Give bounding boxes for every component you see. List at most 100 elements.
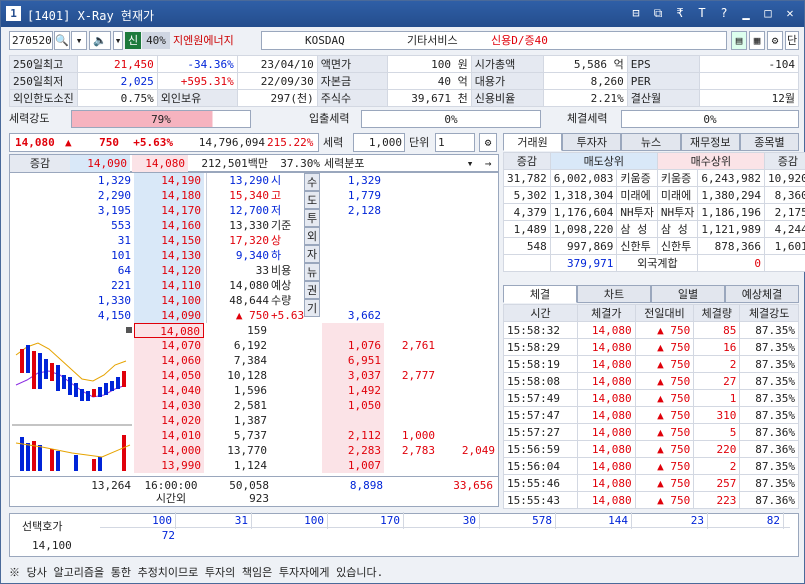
- dropdown-icon[interactable]: ▾: [462, 155, 478, 172]
- tab-finance[interactable]: 재무정보: [680, 133, 740, 151]
- ask-price-level[interactable]: 14,090: [134, 308, 204, 323]
- ask-price-level[interactable]: 14,190: [134, 173, 204, 188]
- pin-icon[interactable]: ₹: [672, 6, 688, 21]
- bid-price-level[interactable]: 14,000: [134, 443, 204, 458]
- ask-price-level[interactable]: 14,100: [134, 293, 204, 308]
- minimize-icon[interactable]: ▁: [738, 6, 754, 21]
- bid-price-level[interactable]: 14,010: [134, 428, 204, 443]
- total-force-bid: 33,656: [453, 479, 493, 492]
- buy-volume: 1,121,989: [697, 220, 765, 238]
- summary-label: 하: [271, 249, 282, 262]
- ask-force: [322, 218, 384, 233]
- col-header: 증감: [503, 152, 551, 170]
- sell-volume: 1,318,304: [549, 186, 618, 204]
- force-input[interactable]: 1,000: [353, 133, 405, 152]
- link-icon[interactable]: ⧉: [650, 6, 666, 21]
- tab-trades[interactable]: 체결: [503, 285, 577, 303]
- bid-qty: 13,770: [227, 444, 267, 457]
- exec-force-label: 체결세력: [567, 112, 608, 125]
- speaker-icon[interactable]: 🔈: [89, 31, 111, 50]
- broker-row[interactable]: 31,782 6,002,083 키움증 키움증 6,243,982 10,92…: [503, 169, 805, 187]
- ask-price-level[interactable]: 14,120: [134, 263, 204, 278]
- force-tab[interactable]: 수: [304, 173, 320, 191]
- single-button[interactable]: 단: [785, 31, 799, 50]
- bid-price-level[interactable]: 14,020: [134, 413, 204, 428]
- ask-price-level[interactable]: 14,110: [134, 278, 204, 293]
- tab-news[interactable]: 뉴스: [621, 133, 681, 151]
- trade-change: 750: [670, 476, 691, 490]
- col-header: 매도상위: [549, 152, 658, 170]
- trade-time: 15:57:27: [503, 423, 578, 441]
- bid-price-level[interactable]: 14,050: [134, 368, 204, 383]
- tab-expected[interactable]: 예상체결: [725, 285, 799, 303]
- select-quote-cell: 82: [708, 512, 784, 529]
- layout-icon[interactable]: ⊟: [628, 6, 644, 21]
- stock-code-input[interactable]: 270520: [9, 31, 53, 50]
- bid-price-level[interactable]: 14,080: [134, 323, 204, 338]
- bid-price-level[interactable]: 14,030: [134, 398, 204, 413]
- bid-force-1: [322, 413, 384, 428]
- grid-icon[interactable]: ▦: [749, 31, 765, 50]
- select-quote-cell: 30: [404, 512, 480, 529]
- search-icon[interactable]: 🔍: [54, 31, 70, 50]
- arrow-right-icon[interactable]: →: [480, 155, 496, 172]
- doc-icon[interactable]: ▤: [731, 31, 747, 50]
- trade-qty: 5: [693, 423, 741, 441]
- maximize-icon[interactable]: □: [760, 6, 776, 21]
- bid-price-level[interactable]: 14,070: [134, 338, 204, 353]
- force-tab[interactable]: 외: [304, 227, 320, 245]
- credit-tag: 신: [125, 32, 141, 49]
- trade-row: 15:55:43 14,080 ▲ 750 223 87.36%: [503, 491, 799, 509]
- ask-qty: 221: [111, 279, 131, 292]
- close-icon[interactable]: ✕: [782, 6, 798, 21]
- broker-row[interactable]: 4,379 1,176,604 NH투자 NH투자 1,186,196 2,17…: [503, 203, 805, 221]
- info-row: 250일최고 21,450 -34.36% 23/04/10 액면가 100 원…: [9, 55, 800, 73]
- font-icon[interactable]: T: [694, 6, 710, 21]
- trade-qty: 2: [693, 355, 741, 373]
- ask-force: [322, 233, 384, 248]
- help-icon[interactable]: ?: [716, 6, 732, 21]
- up-arrow-icon: ▲: [657, 425, 671, 439]
- bid-price-level[interactable]: 13,990: [134, 458, 204, 473]
- trade-qty: 2: [693, 457, 741, 475]
- tab-investor[interactable]: 투자자: [562, 133, 622, 151]
- force-tab[interactable]: 투: [304, 209, 320, 227]
- tab-chart[interactable]: 차트: [577, 285, 651, 303]
- force-tab[interactable]: 자: [304, 245, 320, 263]
- trade-price: 14,080: [577, 440, 636, 458]
- tab-daily[interactable]: 일별: [651, 285, 725, 303]
- window-title: [1401] X-Ray 현재가: [27, 9, 155, 23]
- buy-change: 8,360: [763, 186, 805, 204]
- ask-price-level[interactable]: 14,130: [134, 248, 204, 263]
- broker-row[interactable]: 548 997,869 신한투 신한투 878,366 1,601: [503, 237, 805, 255]
- trade-change: 750: [670, 391, 691, 405]
- speaker-dropdown-icon[interactable]: ▾: [113, 31, 123, 50]
- ask-price-level[interactable]: 14,180: [134, 188, 204, 203]
- force-tab[interactable]: 권: [304, 281, 320, 299]
- force-tab[interactable]: 뉴: [304, 263, 320, 281]
- tab-by-stock[interactable]: 종목별: [739, 133, 800, 151]
- info-label: 결산월: [626, 89, 700, 107]
- broker-row[interactable]: 1,489 1,098,220 삼 성 삼 성 1,121,989 4,244: [503, 220, 805, 238]
- bid-qty: 6,192: [233, 339, 267, 352]
- tab-broker[interactable]: 거래원: [503, 133, 563, 151]
- ask-force: 1,329: [347, 174, 381, 187]
- gear-icon[interactable]: ⚙: [767, 31, 783, 50]
- trade-change: 750: [670, 442, 691, 456]
- dropdown-icon[interactable]: ▾: [71, 31, 87, 50]
- unit-select[interactable]: 1: [435, 133, 475, 152]
- force-tab[interactable]: 기: [304, 299, 320, 317]
- info-value: 100 원: [386, 55, 472, 73]
- gear-icon[interactable]: ⚙: [479, 133, 497, 152]
- force-tab[interactable]: 도: [304, 191, 320, 209]
- credit-label: 신용D/증40: [491, 34, 548, 47]
- bid-force-1: 1,492: [322, 383, 384, 398]
- ask-price-level[interactable]: 14,170: [134, 203, 204, 218]
- broker-row[interactable]: 5,302 1,318,304 미래에 미래에 1,380,294 8,360: [503, 186, 805, 204]
- trade-change: 750: [670, 408, 691, 422]
- bid-price-level[interactable]: 14,040: [134, 383, 204, 398]
- ask-price-level[interactable]: 14,150: [134, 233, 204, 248]
- bid-price-level[interactable]: 14,060: [134, 353, 204, 368]
- chart-close-icon[interactable]: [126, 327, 132, 333]
- ask-price-level[interactable]: 14,160: [134, 218, 204, 233]
